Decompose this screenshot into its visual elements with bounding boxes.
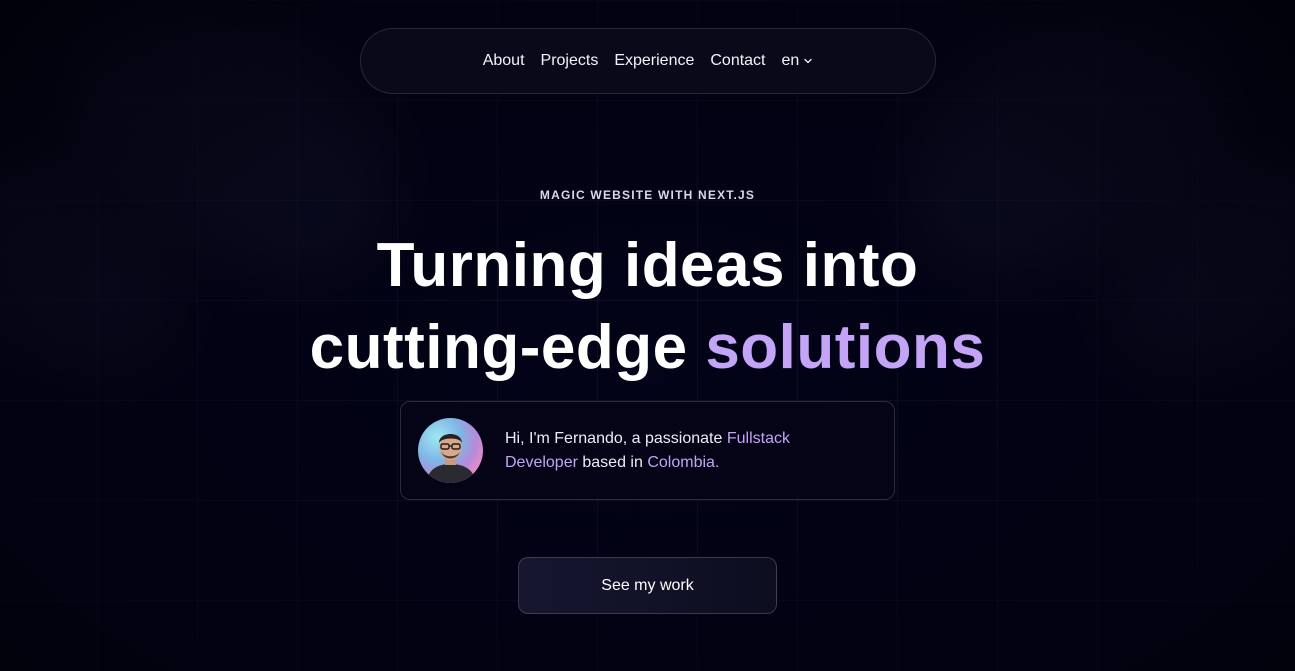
nav-link-projects[interactable]: Projects bbox=[541, 52, 599, 70]
chevron-down-icon bbox=[804, 58, 812, 64]
top-navigation: About Projects Experience Contact en bbox=[360, 28, 936, 94]
hero-line-2: cutting-edge bbox=[309, 313, 706, 382]
hero-heading: Turning ideas into cutting-edge solution… bbox=[0, 225, 1295, 389]
intro-text-prefix: Hi, I'm Fernando, a passionate bbox=[505, 429, 727, 447]
see-my-work-button[interactable]: See my work bbox=[518, 557, 777, 614]
intro-text: Hi, I'm Fernando, a passionate Fullstack… bbox=[505, 427, 855, 475]
intro-card: Hi, I'm Fernando, a passionate Fullstack… bbox=[400, 401, 895, 500]
language-label: en bbox=[781, 52, 800, 69]
hero-accent: solutions bbox=[705, 313, 986, 382]
nav-link-about[interactable]: About bbox=[483, 52, 525, 70]
avatar bbox=[418, 418, 483, 483]
intro-text-middle: based in bbox=[577, 453, 648, 471]
page: About Projects Experience Contact en MAG… bbox=[0, 0, 1295, 671]
intro-location: Colombia. bbox=[647, 453, 720, 471]
nav-link-experience[interactable]: Experience bbox=[614, 52, 694, 70]
hero-eyebrow: MAGIC WEBSITE WITH NEXT.JS bbox=[539, 188, 756, 202]
hero-line-1: Turning ideas into bbox=[376, 231, 919, 300]
nav-link-contact[interactable]: Contact bbox=[710, 52, 765, 70]
language-selector[interactable]: en bbox=[782, 52, 814, 70]
